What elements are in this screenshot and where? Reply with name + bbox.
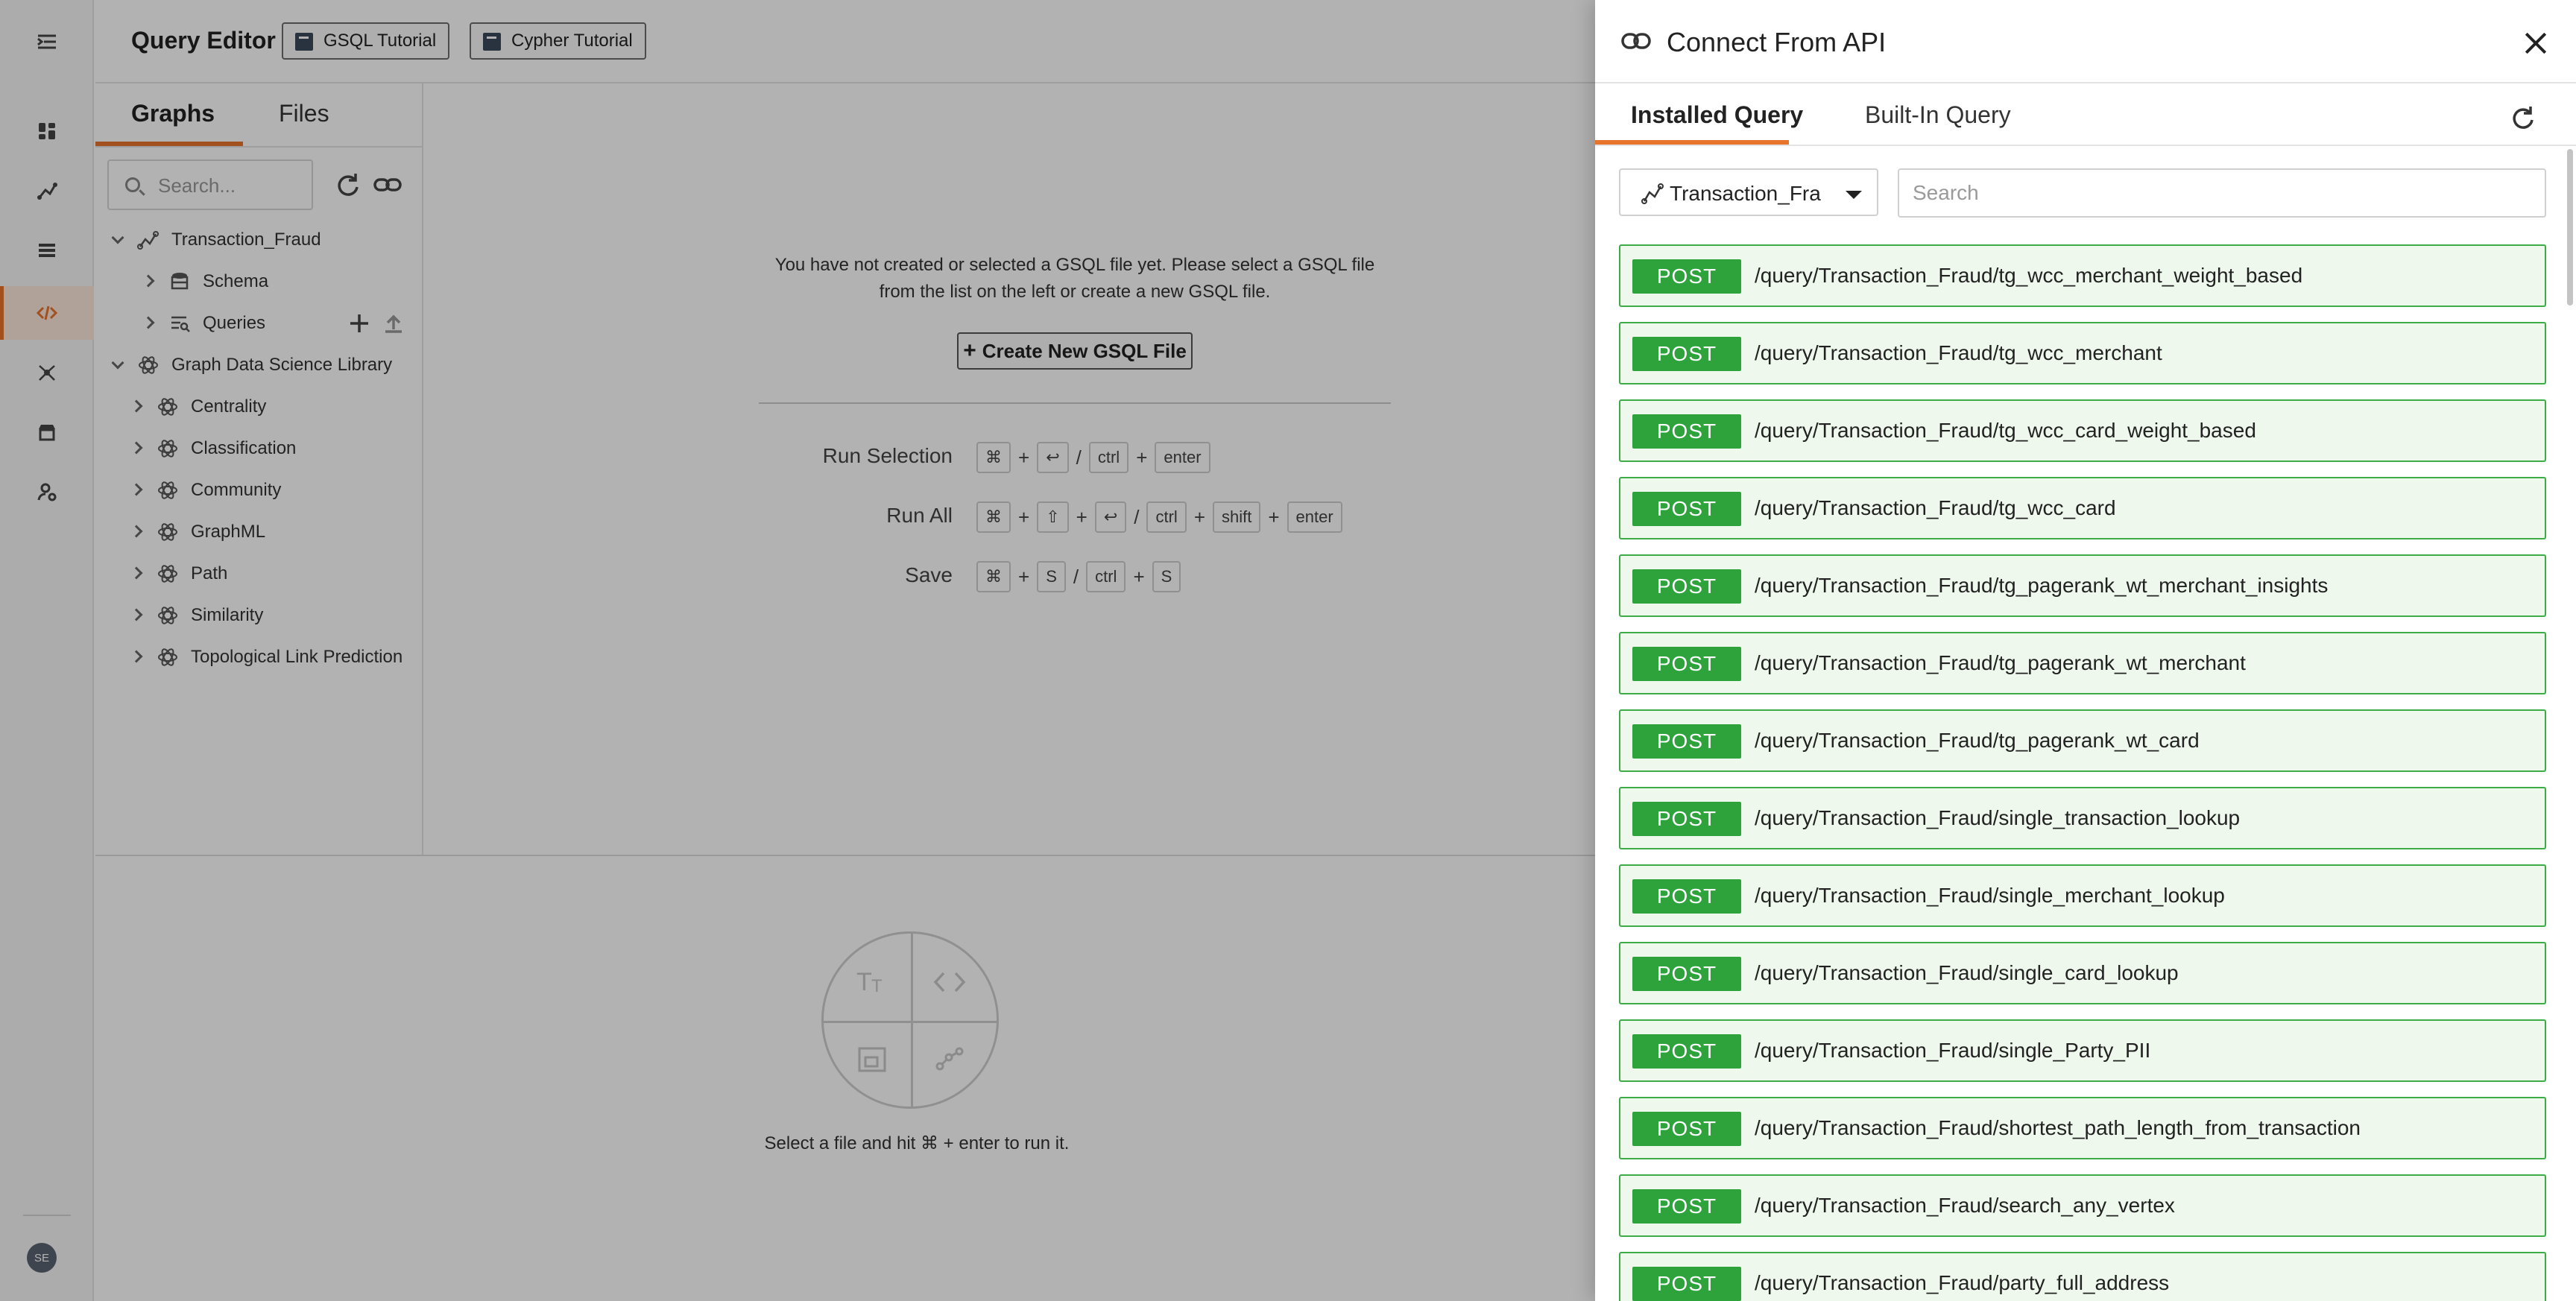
query-endpoint-row[interactable]: POST /query/Transaction_Fraud/tg_pageran… [1619, 632, 2546, 694]
query-endpoint-path: /query/Transaction_Fraud/single_card_loo… [1755, 961, 2179, 984]
query-endpoint-row[interactable]: POST /query/Transaction_Fraud/tg_pageran… [1619, 554, 2546, 617]
query-endpoint-row[interactable]: POST /query/Transaction_Fraud/single_Par… [1619, 1019, 2546, 1082]
post-method-badge: POST [1632, 957, 1741, 991]
query-endpoint-row[interactable]: POST /query/Transaction_Fraud/search_any… [1619, 1174, 2546, 1237]
close-icon[interactable] [2519, 27, 2552, 60]
query-endpoint-row[interactable]: POST /query/Transaction_Fraud/tg_wcc_car… [1619, 477, 2546, 539]
connect-from-api-drawer: Connect From API Installed Query Built-I… [1595, 0, 2576, 1301]
query-endpoint-path: /query/Transaction_Fraud/search_any_vert… [1755, 1194, 2175, 1217]
query-endpoint-path: /query/Transaction_Fraud/party_full_addr… [1755, 1271, 2170, 1294]
query-endpoint-path: /query/Transaction_Fraud/single_Party_PI… [1755, 1039, 2151, 1062]
query-endpoint-row[interactable]: POST /query/Transaction_Fraud/tg_wcc_mer… [1619, 244, 2546, 307]
query-endpoint-row[interactable]: POST /query/Transaction_Fraud/single_tra… [1619, 787, 2546, 849]
query-endpoint-path: /query/Transaction_Fraud/single_transact… [1755, 806, 2241, 829]
post-method-badge: POST [1632, 414, 1741, 449]
post-method-badge: POST [1632, 1034, 1741, 1069]
installed-query-list: POST /query/Transaction_Fraud/tg_wcc_mer… [1619, 244, 2546, 1301]
query-endpoint-row[interactable]: POST /query/Transaction_Fraud/shortest_p… [1619, 1097, 2546, 1159]
query-endpoint-row[interactable]: POST /query/Transaction_Fraud/single_car… [1619, 942, 2546, 1004]
query-endpoint-path: /query/Transaction_Fraud/shortest_path_l… [1755, 1116, 2361, 1139]
query-endpoint-path: /query/Transaction_Fraud/tg_pagerank_wt_… [1755, 574, 2329, 597]
drawer-scrollbar[interactable] [2567, 149, 2573, 306]
query-endpoint-path: /query/Transaction_Fraud/tg_wcc_card [1755, 496, 2116, 519]
link-icon [1621, 33, 1651, 49]
query-endpoint-path: /query/Transaction_Fraud/tg_wcc_merchant… [1755, 264, 2303, 287]
query-endpoint-row[interactable]: POST /query/Transaction_Fraud/single_mer… [1619, 864, 2546, 927]
post-method-badge: POST [1632, 1267, 1741, 1301]
query-endpoint-path: /query/Transaction_Fraud/tg_wcc_merchant [1755, 341, 2162, 364]
graph-icon [1641, 183, 1664, 204]
post-method-badge: POST [1632, 879, 1741, 914]
caret-down-icon [1846, 191, 1862, 199]
drawer-header: Connect From API [1595, 0, 2576, 83]
post-method-badge: POST [1632, 259, 1741, 294]
tab-built-in-query[interactable]: Built-In Query [1865, 101, 2011, 129]
drawer-title: Connect From API [1667, 27, 1887, 57]
query-endpoint-path: /query/Transaction_Fraud/tg_pagerank_wt_… [1755, 651, 2246, 674]
post-method-badge: POST [1632, 337, 1741, 371]
post-method-badge: POST [1632, 569, 1741, 604]
query-editor-app: SE Query Editor GSQL Tutorial Cypher Tut… [0, 0, 2576, 1301]
query-endpoint-path: /query/Transaction_Fraud/tg_pagerank_wt_… [1755, 729, 2200, 752]
graph-select-dropdown[interactable]: Transaction_Fra [1619, 168, 1878, 216]
query-endpoint-path: /query/Transaction_Fraud/single_merchant… [1755, 884, 2225, 907]
tab-installed-query[interactable]: Installed Query [1631, 101, 1803, 129]
graph-select-value: Transaction_Fra [1670, 182, 1821, 205]
post-method-badge: POST [1632, 492, 1741, 526]
active-tab-indicator [1595, 140, 1789, 145]
post-method-badge: POST [1632, 724, 1741, 759]
query-endpoint-row[interactable]: POST /query/Transaction_Fraud/tg_wcc_mer… [1619, 322, 2546, 384]
post-method-badge: POST [1632, 647, 1741, 681]
query-search-input[interactable] [1898, 168, 2546, 218]
query-endpoint-row[interactable]: POST /query/Transaction_Fraud/tg_wcc_car… [1619, 399, 2546, 462]
post-method-badge: POST [1632, 1189, 1741, 1224]
refresh-icon[interactable] [2507, 103, 2537, 133]
query-endpoint-row[interactable]: POST /query/Transaction_Fraud/party_full… [1619, 1252, 2546, 1301]
post-method-badge: POST [1632, 1112, 1741, 1146]
query-endpoint-row[interactable]: POST /query/Transaction_Fraud/tg_pageran… [1619, 709, 2546, 772]
drawer-tabs: Installed Query Built-In Query [1595, 83, 2576, 146]
post-method-badge: POST [1632, 802, 1741, 836]
query-endpoint-path: /query/Transaction_Fraud/tg_wcc_card_wei… [1755, 419, 2256, 442]
